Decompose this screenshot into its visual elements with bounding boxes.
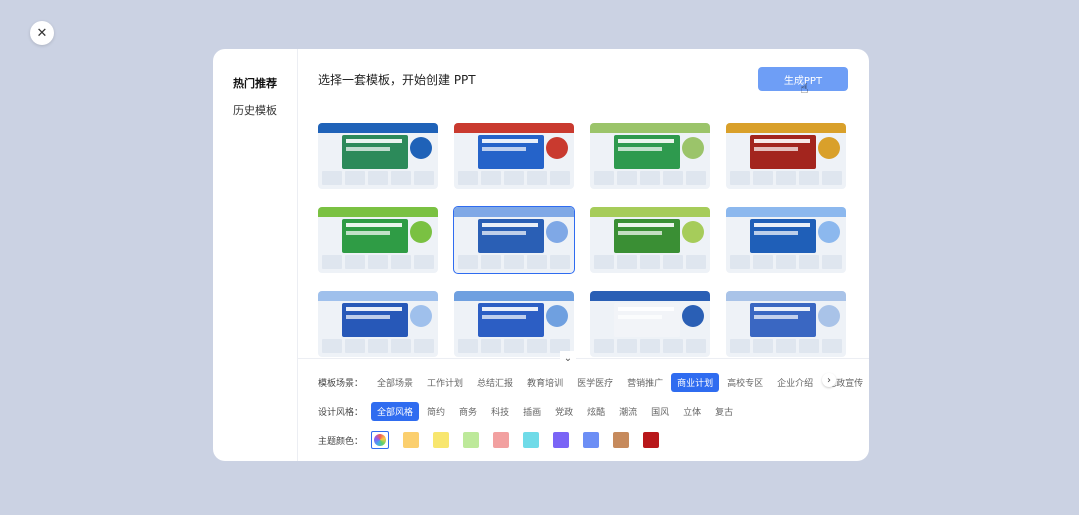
template-card[interactable] — [726, 207, 846, 273]
sidebar: 热门推荐 历史模板 — [213, 49, 298, 461]
sidebar-item-history[interactable]: 历史模板 — [213, 102, 297, 118]
scene-chip[interactable]: 高校专区 — [721, 373, 769, 392]
scene-chip[interactable]: 全部场景 — [371, 373, 419, 392]
scene-chip[interactable]: 医学医疗 — [571, 373, 619, 392]
style-chip[interactable]: 立体 — [677, 402, 707, 421]
color-filter-label: 主题颜色： — [318, 436, 364, 447]
main-panel: 选择一套模板，开始创建 PPT 生成PPT ☝ ⌄ 模板场景： 全部场景 工作计划… — [298, 49, 869, 461]
close-button[interactable]: ✕ — [30, 21, 54, 45]
style-chip[interactable]: 炫酷 — [581, 402, 611, 421]
close-icon: ✕ — [36, 25, 48, 41]
color-swatch[interactable] — [463, 432, 480, 448]
color-swatch-all[interactable] — [371, 431, 390, 449]
template-card[interactable] — [318, 291, 438, 357]
style-chip[interactable]: 全部风格 — [371, 402, 420, 421]
color-swatch[interactable] — [433, 432, 450, 448]
chevron-right-icon[interactable]: › — [822, 373, 836, 387]
template-card[interactable] — [318, 207, 438, 273]
template-card[interactable] — [590, 123, 710, 189]
template-card[interactable] — [454, 291, 574, 357]
style-chip[interactable]: 潮流 — [613, 402, 643, 421]
style-chip[interactable]: 简约 — [421, 402, 451, 421]
scene-chip[interactable]: 商业计划 — [671, 373, 720, 392]
style-chip[interactable]: 插画 — [517, 402, 547, 421]
style-filter-label: 设计风格： — [318, 408, 364, 418]
color-swatch[interactable] — [643, 432, 660, 448]
scene-chip[interactable]: 企业介绍 — [771, 373, 819, 392]
pointer-cursor-icon: ☝ — [800, 81, 809, 97]
scene-chip[interactable]: 营销推广 — [621, 373, 669, 392]
scene-filter-label: 模板场景： — [318, 379, 364, 389]
style-filter-row: 设计风格： 全部风格 简约 商务 科技 插画 党政 炫酷 潮流 国风 立体 复古 — [318, 402, 741, 421]
sidebar-item-hot[interactable]: 热门推荐 — [213, 75, 297, 91]
scene-chip[interactable]: 教育培训 — [521, 373, 569, 392]
template-card[interactable] — [454, 123, 574, 189]
scene-chip[interactable]: 工作计划 — [421, 373, 469, 392]
divider — [298, 358, 869, 359]
style-chip[interactable]: 党政 — [549, 402, 579, 421]
template-card[interactable] — [726, 123, 846, 189]
color-swatch[interactable] — [583, 432, 600, 448]
color-filter-row: 主题颜色： — [318, 431, 673, 449]
template-grid — [318, 123, 848, 359]
template-card[interactable] — [726, 291, 846, 357]
template-dialog: 热门推荐 历史模板 选择一套模板，开始创建 PPT 生成PPT ☝ ⌄ 模板场景… — [213, 49, 869, 461]
color-swatch[interactable] — [403, 432, 420, 448]
color-swatch[interactable] — [553, 432, 570, 448]
template-card[interactable] — [453, 206, 575, 274]
color-swatch[interactable] — [523, 432, 540, 448]
template-card[interactable] — [590, 291, 710, 357]
style-chip[interactable]: 科技 — [485, 402, 515, 421]
scene-chip[interactable]: 总结汇报 — [471, 373, 519, 392]
color-swatch[interactable] — [493, 432, 510, 448]
color-swatch[interactable] — [613, 432, 630, 448]
template-card[interactable] — [590, 207, 710, 273]
chevron-down-icon[interactable]: ⌄ — [560, 351, 576, 365]
style-chip[interactable]: 国风 — [645, 402, 675, 421]
color-wheel-icon — [374, 434, 387, 446]
page-title: 选择一套模板，开始创建 PPT — [318, 73, 476, 87]
scene-filter-row: 模板场景： 全部场景 工作计划 总结汇报 教育培训 医学医疗 营销推广 商业计划 高校专区 企业… — [318, 373, 869, 392]
style-chip[interactable]: 复古 — [709, 402, 739, 421]
style-chip[interactable]: 商务 — [453, 402, 483, 421]
template-card[interactable] — [318, 123, 438, 189]
